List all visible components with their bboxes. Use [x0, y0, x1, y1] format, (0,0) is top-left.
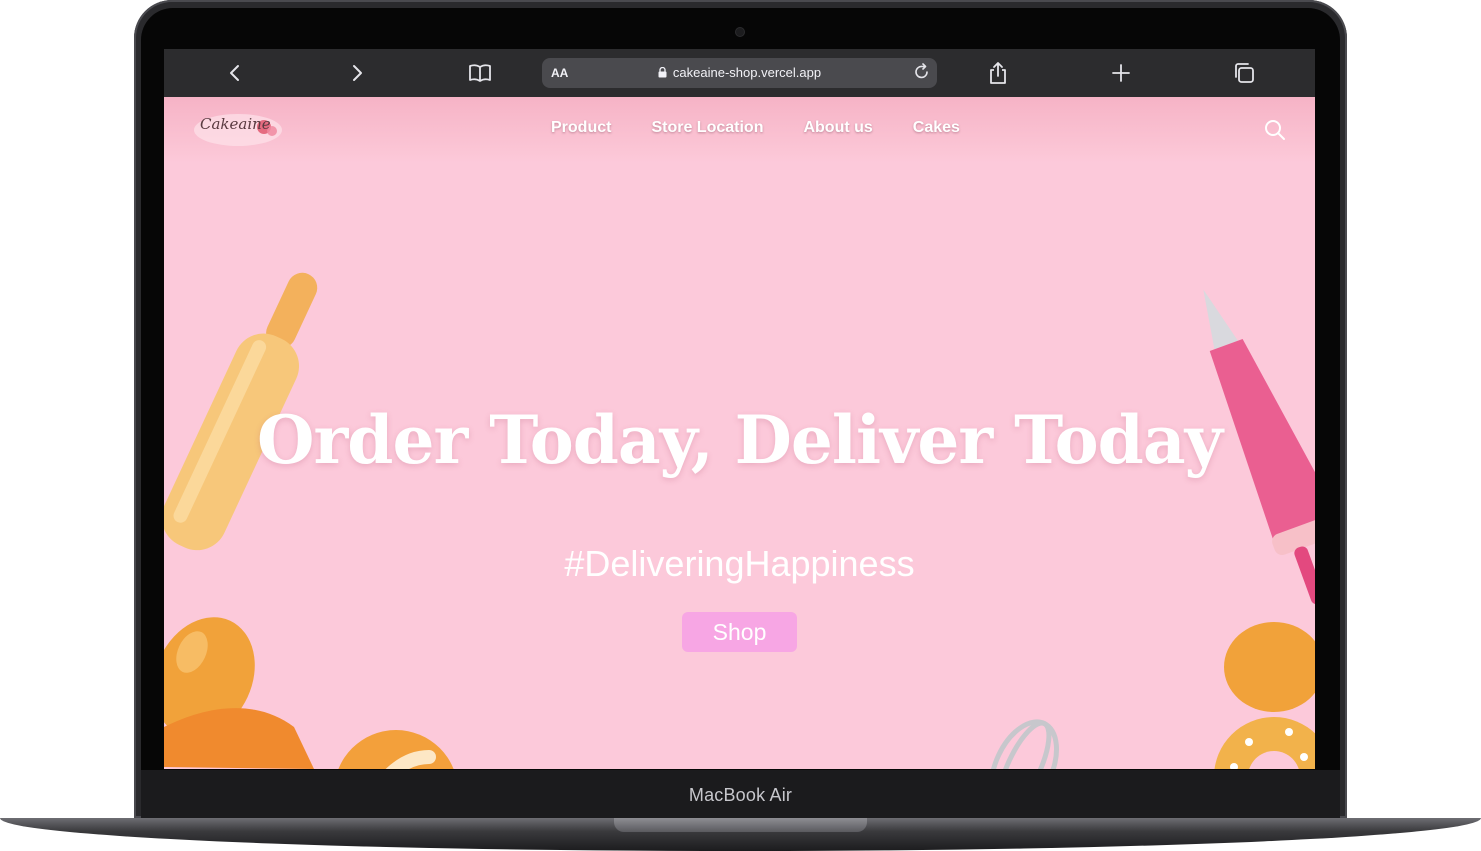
- screen: AA cakeaine-shop.vercel.app Cakeaine Pro…: [164, 49, 1315, 769]
- camera-icon: [736, 28, 744, 36]
- device-label: MacBook Air: [688, 784, 793, 805]
- url-text: cakeaine-shop.vercel.app: [672, 65, 822, 80]
- new-tab-icon: [1112, 64, 1130, 82]
- forward-button[interactable]: [340, 57, 374, 89]
- laptop-notch: [614, 818, 867, 832]
- search-icon[interactable]: [1264, 119, 1286, 141]
- bookmarks-icon: [469, 64, 491, 82]
- address-bar[interactable]: AA cakeaine-shop.vercel.app: [542, 58, 937, 88]
- new-tab-button[interactable]: [1104, 57, 1138, 89]
- nav-cakes[interactable]: Cakes: [913, 119, 960, 137]
- bakery-decoration-left: [164, 272, 454, 769]
- site-navbar: Cakeaine Product Store Location About us…: [164, 97, 1315, 163]
- hero-tagline: #DeliveringHappiness: [564, 543, 915, 584]
- reload-icon[interactable]: [913, 63, 931, 81]
- tabs-icon: [1235, 63, 1254, 83]
- laptop-chin: MacBook Air: [141, 770, 1340, 820]
- main-nav: Product Store Location About us Cakes: [551, 119, 960, 137]
- back-button[interactable]: [218, 57, 252, 89]
- share-icon: [990, 62, 1006, 84]
- share-button[interactable]: [981, 57, 1015, 89]
- lock-icon: [658, 67, 667, 78]
- bakery-decoration-right: [989, 289, 1315, 769]
- bookmarks-button[interactable]: [463, 57, 497, 89]
- browser-toolbar: AA cakeaine-shop.vercel.app: [164, 49, 1315, 97]
- logo-text: Cakeaine: [200, 115, 271, 133]
- tabs-button[interactable]: [1227, 57, 1261, 89]
- forward-icon: [353, 65, 362, 81]
- website: Cakeaine Product Store Location About us…: [164, 97, 1315, 769]
- nav-store-location[interactable]: Store Location: [651, 119, 763, 137]
- hero-title: Order Today, Deliver Today: [257, 401, 1223, 479]
- site-logo[interactable]: Cakeaine: [192, 111, 284, 149]
- back-icon: [230, 65, 239, 81]
- shop-button[interactable]: Shop: [682, 612, 797, 652]
- nav-about-us[interactable]: About us: [803, 119, 872, 137]
- nav-product[interactable]: Product: [551, 119, 611, 137]
